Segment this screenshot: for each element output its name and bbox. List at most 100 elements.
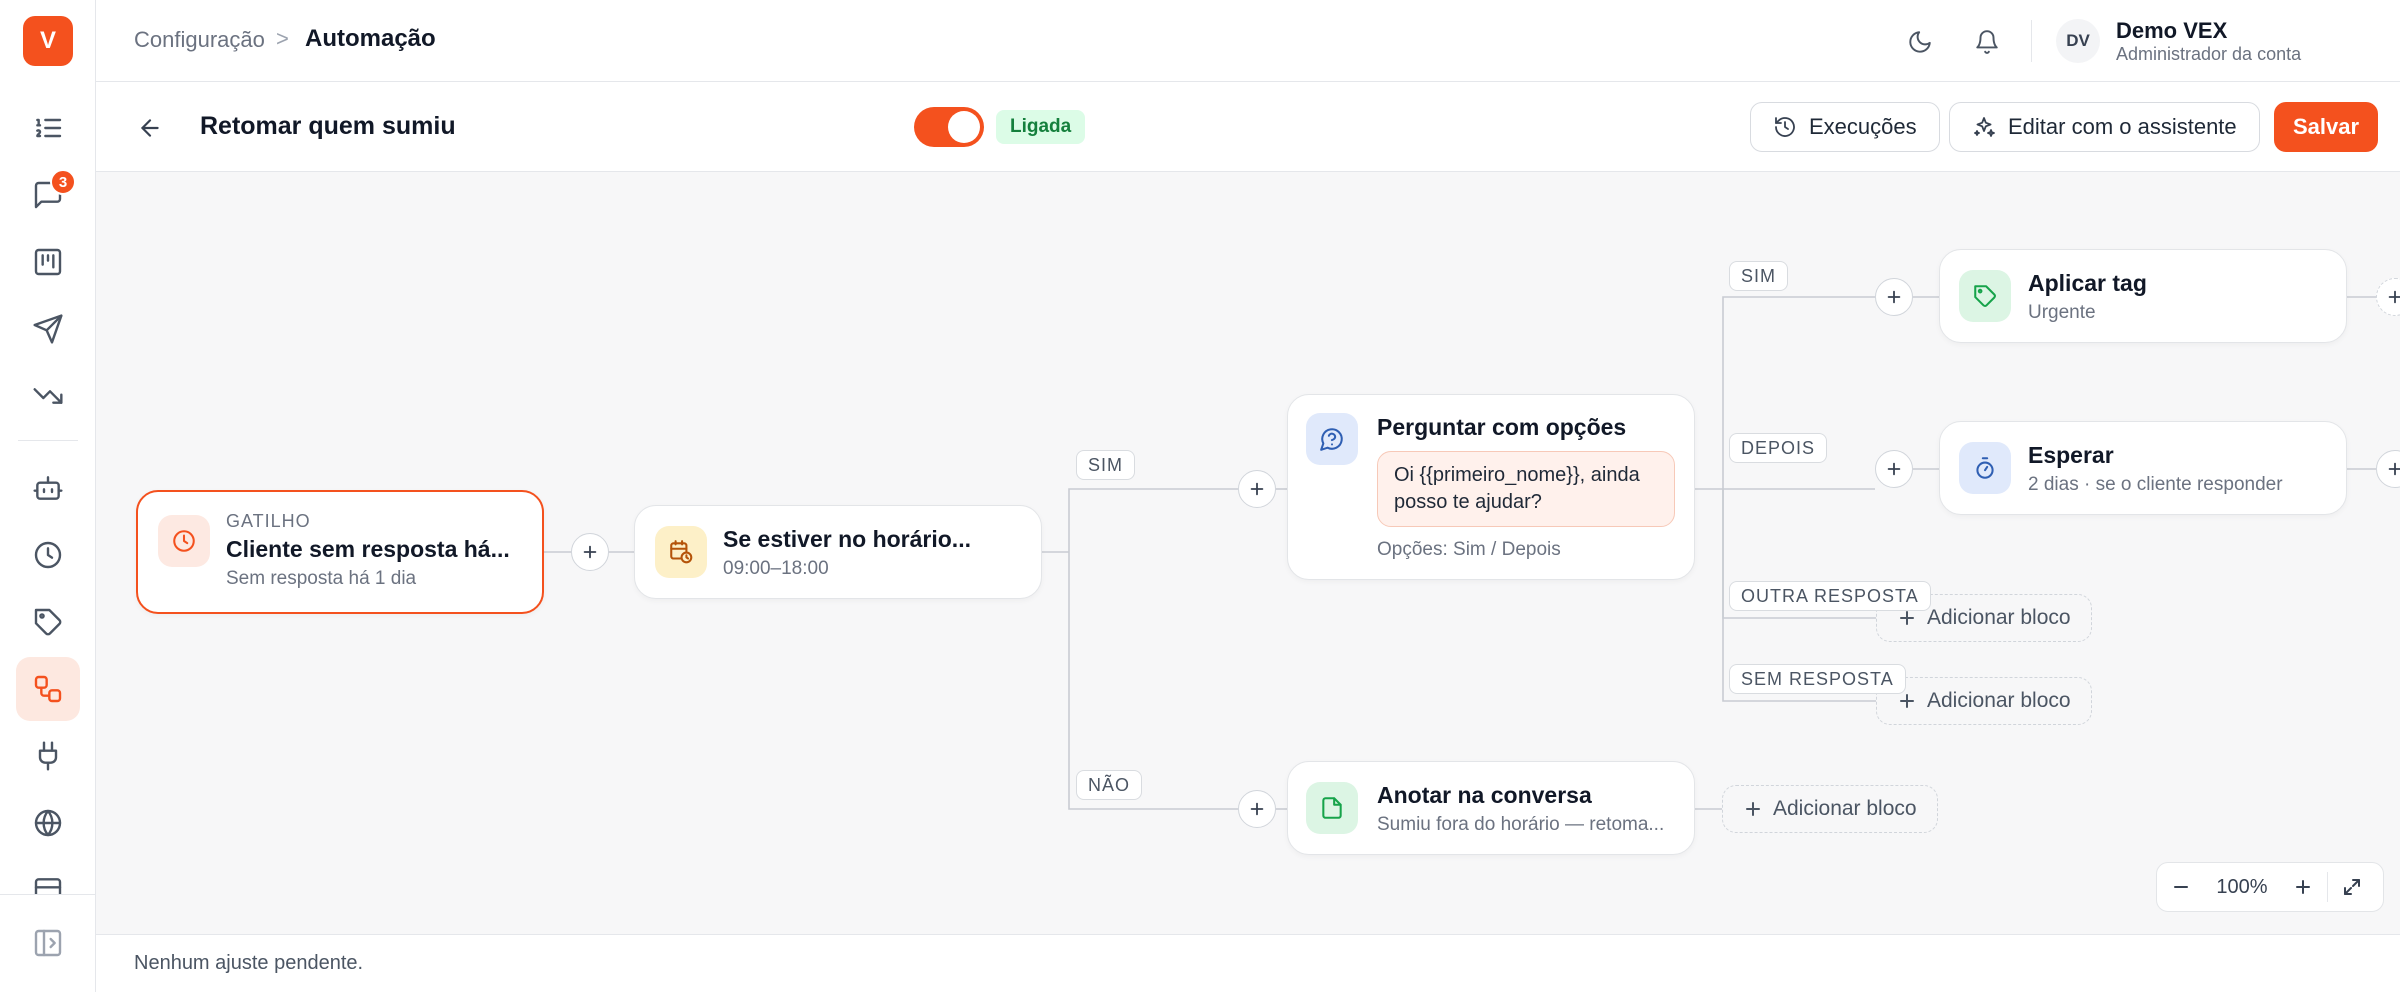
unread-badge: 3	[50, 169, 76, 195]
edit-with-assistant-button[interactable]: Editar com o assistente	[1949, 102, 2260, 152]
trigger-title: Cliente sem resposta há...	[226, 536, 510, 562]
note-title: Anotar na conversa	[1377, 782, 1592, 808]
sidebar-item-campaigns[interactable]	[16, 297, 80, 361]
trigger-subtitle: Sem resposta há 1 dia	[226, 568, 417, 589]
trend-down-icon	[33, 388, 63, 404]
tag-icon	[34, 608, 62, 636]
status-bar: Nenhum ajuste pendente.	[96, 934, 2400, 992]
sidebar-item-list[interactable]	[16, 96, 80, 160]
user-role: Administrador da conta	[2116, 44, 2302, 64]
file-note-icon	[1322, 797, 1342, 819]
trigger-clock-icon-wrap	[158, 515, 210, 567]
plus-icon	[1250, 482, 1264, 496]
bell-icon	[1976, 30, 1998, 54]
avatar[interactable]: DV	[2056, 19, 2100, 63]
sidebar-item-integrations[interactable]	[16, 724, 80, 788]
flow-enabled-toggle[interactable]	[914, 107, 984, 147]
workflow-icon	[34, 675, 62, 703]
add-block-label: Adicionar bloco	[1773, 797, 1917, 820]
apply-tag-node[interactable]: Aplicar tag Urgente	[1939, 249, 2347, 343]
condition-node[interactable]: Se estiver no horário... 09:00–18:00	[634, 505, 1042, 599]
breadcrumb-parent[interactable]: Configuração	[134, 27, 265, 53]
condition-title: Se estiver no horário...	[723, 526, 971, 552]
flow-canvas[interactable]: GATILHO Cliente sem resposta há... Sem r…	[96, 172, 2400, 934]
plus-icon	[2388, 462, 2400, 476]
kanban-icon	[34, 248, 62, 276]
note-node[interactable]: Anotar na conversa Sumiu fora do horário…	[1287, 761, 1695, 855]
save-button[interactable]: Salvar	[2274, 102, 2379, 152]
add-block-button[interactable]: Adicionar bloco	[1876, 677, 2092, 725]
notifications-button[interactable]	[1967, 22, 2007, 62]
add-block-button[interactable]: Adicionar bloco	[1722, 785, 1938, 833]
timer-icon-wrap	[1959, 442, 2011, 494]
edge-label-other-response: OUTRA RESPOSTA	[1729, 581, 1931, 611]
plus-icon	[1887, 290, 1901, 304]
edit-with-assistant-label: Editar com o assistente	[2008, 114, 2237, 139]
zoom-controls: 100%	[2156, 862, 2384, 912]
edge-label-no: NÃO	[1076, 770, 1143, 800]
plus-icon	[583, 545, 597, 559]
sidebar-item-more[interactable]	[16, 858, 80, 894]
calendar-clock-icon-wrap	[655, 526, 707, 578]
sidebar-footer	[0, 894, 96, 992]
theme-toggle-button[interactable]	[1900, 22, 1940, 62]
wait-node[interactable]: Esperar 2 dias · se o cliente responder	[1939, 421, 2347, 515]
plug-icon	[38, 741, 58, 771]
question-chat-icon	[1320, 428, 1343, 451]
user-name[interactable]: Demo VEX	[2116, 18, 2227, 44]
add-step-button[interactable]	[1875, 278, 1913, 316]
edge-label-later: DEPOIS	[1729, 433, 1828, 463]
ask-message-bubble: Oi {{primeiro_nome}}, ainda posso te aju…	[1377, 451, 1675, 527]
status-badge: Ligada	[996, 110, 1086, 144]
executions-button[interactable]: Execuções	[1750, 102, 1940, 152]
sidebar-item-automation[interactable]	[16, 657, 80, 721]
add-step-button[interactable]	[1875, 450, 1913, 488]
note-icon-wrap	[1306, 782, 1358, 834]
sidebar-item-tags[interactable]	[16, 590, 80, 654]
sidebar-item-conversations[interactable]: 3	[16, 163, 80, 227]
sidebar: V 3	[0, 0, 96, 992]
add-step-button[interactable]	[1238, 790, 1276, 828]
archive-icon	[34, 878, 62, 894]
page-title: Automação	[305, 25, 436, 52]
add-block-label: Adicionar bloco	[1927, 606, 2071, 629]
add-step-button[interactable]	[571, 533, 609, 571]
question-icon-wrap	[1306, 413, 1358, 465]
sidebar-item-bots[interactable]	[16, 456, 80, 520]
wait-subtitle: 2 dias · se o cliente responder	[2028, 474, 2283, 495]
moon-icon	[1909, 31, 1931, 53]
header-divider	[2031, 20, 2032, 62]
list-ordered-icon	[36, 118, 62, 138]
tag-icon-wrap	[1959, 270, 2011, 322]
plus-icon	[2388, 290, 2400, 304]
send-icon	[33, 314, 63, 344]
sidebar-item-reports[interactable]	[16, 364, 80, 428]
plus-icon	[1746, 802, 1760, 816]
flow-title: Retomar quem sumiu	[200, 112, 456, 140]
zoom-divider	[2327, 872, 2328, 902]
edge-label-no-response: SEM RESPOSTA	[1729, 664, 1906, 694]
add-step-button[interactable]	[1238, 470, 1276, 508]
minus-icon	[2174, 886, 2188, 888]
zoom-in-button[interactable]	[2283, 867, 2323, 907]
sidebar-item-board[interactable]	[16, 230, 80, 294]
plus-icon	[2296, 880, 2310, 894]
add-block-label: Adicionar bloco	[1927, 689, 2071, 712]
fit-view-button[interactable]	[2332, 867, 2372, 907]
sidebar-divider	[18, 440, 78, 441]
plus-icon	[1887, 462, 1901, 476]
condition-subtitle: 09:00–18:00	[723, 558, 829, 579]
ask-options-node[interactable]: Perguntar com opções Oi {{primeiro_nome}…	[1287, 394, 1695, 580]
zoom-out-button[interactable]	[2161, 867, 2201, 907]
timer-icon	[1976, 457, 1994, 479]
sidebar-item-history[interactable]	[16, 523, 80, 587]
calendar-clock-icon	[670, 540, 693, 564]
trigger-node[interactable]: GATILHO Cliente sem resposta há... Sem r…	[136, 490, 544, 614]
back-button[interactable]	[130, 108, 170, 148]
top-header: Configuração > Automação DV Demo VEX Adm…	[96, 0, 2400, 82]
edge-label-yes: SIM	[1076, 450, 1136, 480]
collapse-sidebar-button[interactable]	[16, 911, 80, 975]
app-logo[interactable]: V	[23, 16, 73, 66]
history-icon	[1775, 117, 1795, 137]
sidebar-item-web[interactable]	[16, 791, 80, 855]
